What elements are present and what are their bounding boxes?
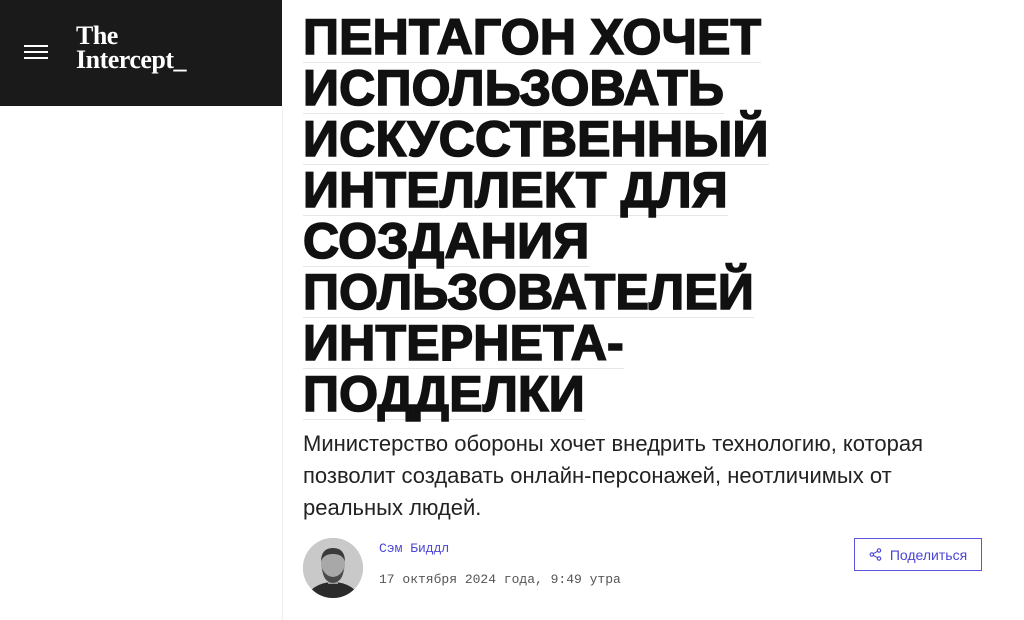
author-link[interactable]: Сэм Биддл <box>379 541 449 556</box>
headline-line: ПОДДЕЛКИ <box>302 366 586 422</box>
author-photo <box>303 538 363 598</box>
article-dek: Министерство обороны хочет внедрить техн… <box>303 431 924 520</box>
site-logo[interactable]: The Intercept_ <box>76 23 187 74</box>
hamburger-icon-bar <box>24 57 48 59</box>
headline-line: ИСКУССТВЕННЫЙ <box>302 111 769 167</box>
headline-line: ИНТЕРНЕТА- <box>302 315 625 371</box>
article-headline: ПЕНТАГОН ХОЧЕТ ИСПОЛЬЗОВАТЬ ИСКУССТВЕННЫ… <box>302 9 863 422</box>
headline-line: ПОЛЬЗОВАТЕЛЕЙ <box>302 264 755 320</box>
column-divider <box>282 106 283 620</box>
headline-line: ИСПОЛЬЗОВАТЬ <box>302 60 725 116</box>
share-label: Поделиться <box>889 546 968 563</box>
logo-line2: Intercept_ <box>76 45 187 74</box>
site-header: The Intercept_ <box>0 0 282 106</box>
hamburger-icon-bar <box>24 51 48 53</box>
share-icon <box>869 548 882 561</box>
author-avatar[interactable] <box>303 538 363 598</box>
headline-line: СОЗДАНИЯ <box>302 213 590 269</box>
share-button[interactable]: Поделиться <box>854 538 982 571</box>
headline-line: ПЕНТАГОН ХОЧЕТ <box>302 9 762 65</box>
publish-date: 17 октября 2024 года, 9:49 утра <box>379 572 621 587</box>
menu-button[interactable] <box>24 44 48 60</box>
hamburger-icon <box>24 45 48 47</box>
headline-line: ИНТЕЛЛЕКТ ДЛЯ <box>302 162 728 218</box>
